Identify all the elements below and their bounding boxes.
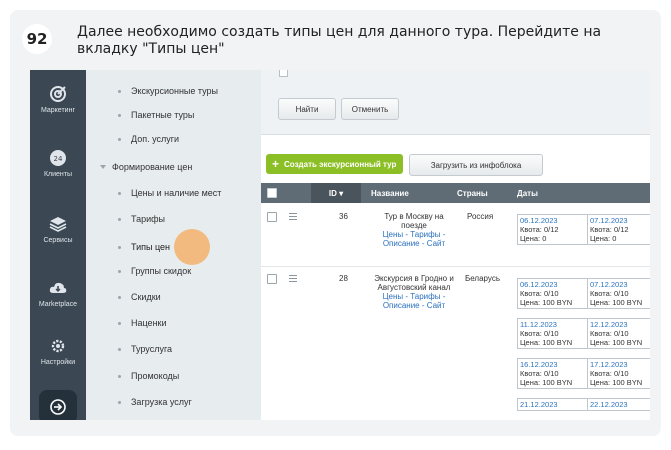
target-icon: [50, 86, 66, 102]
filter-checkbox[interactable]: [279, 70, 288, 77]
menu-item-promo-codes[interactable]: Промокоды: [86, 367, 261, 385]
menu-icon[interactable]: [289, 213, 297, 222]
menu-item-package-tours[interactable]: Пакетные туры: [86, 106, 261, 124]
sort-down-icon: ▾: [339, 188, 344, 198]
row-country: Россия: [467, 212, 494, 221]
arrow-right-circle-icon: [50, 399, 66, 415]
date-slot[interactable]: 16.12.2023 Квота: 0/10 Цена: 100 BYN: [517, 358, 588, 389]
sidebar-item-label: Сервисы: [43, 237, 73, 244]
table-row[interactable]: 28 Экскурсия в Гродно и Августовский кан…: [261, 272, 650, 420]
menu-item-price-types[interactable]: Типы цен: [86, 238, 261, 256]
menu-item-discounts[interactable]: Скидки: [86, 288, 261, 306]
plus-icon: +: [272, 157, 280, 171]
step-instruction: Далее необходимо создать типы цен для да…: [77, 24, 602, 57]
row-id: 28: [339, 274, 348, 283]
row-links[interactable]: Цены - Тарифы - Описание - Сайт: [373, 230, 455, 248]
column-dates[interactable]: Даты: [517, 183, 577, 203]
date-slot[interactable]: 06.12.2023 Квота: 0/12 Цена: 0: [517, 214, 588, 245]
exit-button[interactable]: [39, 390, 77, 420]
date-slot[interactable]: 17.12.2023 Квота: 0/10 Цена: 100 BYN: [587, 358, 650, 389]
row-country: Беларусь: [465, 274, 500, 283]
menu-item-extra-services[interactable]: Доп. услуги: [86, 130, 261, 148]
step-number: 92: [22, 24, 52, 54]
find-button[interactable]: Найти: [278, 98, 336, 120]
table-row[interactable]: 36 Тур в Москву на поезде Цены - Тарифы …: [261, 210, 650, 266]
table-header: ID ▾ Название Страны Даты: [261, 183, 650, 203]
sidebar-item-label: Клиенты: [43, 171, 73, 178]
filter-panel: Найти Отменить: [261, 70, 650, 135]
row-links[interactable]: Цены - Тарифы - Описание - Сайт: [373, 292, 455, 310]
sidebar-item-services[interactable]: Сервисы: [30, 214, 86, 244]
submenu: Экскурсионные туры Пакетные туры Доп. ус…: [86, 70, 261, 420]
sidebar-item-marketing[interactable]: Маркетинг: [30, 84, 86, 114]
select-all-checkbox[interactable]: [267, 188, 277, 198]
cloud-download-icon: [49, 282, 67, 293]
load-from-iblock-button[interactable]: Загрузить из инфоблока: [409, 154, 543, 176]
main-sidebar: Маркетинг 24 Клиенты Сервисы Marketplace…: [30, 70, 86, 420]
sidebar-item-label: Marketplace: [38, 301, 78, 308]
date-slot[interactable]: 22.12.2023: [587, 398, 650, 411]
menu-item-tariffs[interactable]: Тарифы: [86, 210, 261, 228]
clients-icon: 24: [50, 150, 66, 166]
menu-item-tour-service[interactable]: Туруслуга: [86, 340, 261, 358]
row-checkbox[interactable]: [267, 274, 277, 284]
menu-item-excursion-tours[interactable]: Экскурсионные туры: [86, 82, 261, 100]
date-slot[interactable]: 12.12.2023 Квота: 0/10 Цена: 100 BYN: [587, 318, 650, 349]
menu-item-load-services[interactable]: Загрузка услуг: [86, 393, 261, 411]
menu-item-discount-groups[interactable]: Группы скидок: [86, 262, 261, 280]
gear-icon: [51, 339, 65, 353]
row-name: Экскурсия в Гродно и Августовский канал: [374, 274, 454, 292]
date-slot[interactable]: 07.12.2023 Квота: 0/10 Цена: 100 BYN: [587, 278, 650, 309]
menu-item-prices-availability[interactable]: Цены и наличие мест: [86, 184, 261, 202]
cancel-button[interactable]: Отменить: [341, 98, 399, 120]
sidebar-item-clients[interactable]: 24 Клиенты: [30, 148, 86, 178]
screenshot-area: Маркетинг 24 Клиенты Сервисы Marketplace…: [30, 70, 650, 420]
date-slot[interactable]: 07.12.2023 Квота: 0/12 Цена: 0: [587, 214, 650, 245]
row-name: Тур в Москву на поезде: [384, 212, 444, 230]
row-checkbox[interactable]: [267, 212, 277, 222]
menu-icon[interactable]: [289, 275, 297, 284]
sidebar-item-marketplace[interactable]: Marketplace: [30, 278, 86, 308]
sidebar-item-label: Маркетинг: [40, 107, 76, 114]
column-country[interactable]: Страны: [457, 183, 507, 203]
column-id[interactable]: ID ▾: [311, 183, 361, 203]
date-slot[interactable]: 11.12.2023 Квота: 0/10 Цена: 100 BYN: [517, 318, 588, 349]
create-tour-button[interactable]: + Создать экскурсионный тур: [266, 154, 403, 174]
date-slot[interactable]: 21.12.2023: [517, 398, 588, 411]
menu-item-markups[interactable]: Наценки: [86, 314, 261, 332]
content-area: Найти Отменить + Создать экскурсионный т…: [261, 70, 650, 420]
menu-item-price-formation[interactable]: Формирование цен: [86, 158, 261, 176]
layers-icon: [49, 217, 67, 232]
column-name[interactable]: Название: [371, 183, 451, 203]
sidebar-item-label: Настройки: [40, 359, 76, 366]
date-slot[interactable]: 06.12.2023 Квота: 0/10 Цена: 100 BYN: [517, 278, 588, 309]
sidebar-item-settings[interactable]: Настройки: [30, 336, 86, 366]
row-id: 36: [339, 212, 348, 221]
svg-text:24: 24: [54, 155, 63, 163]
